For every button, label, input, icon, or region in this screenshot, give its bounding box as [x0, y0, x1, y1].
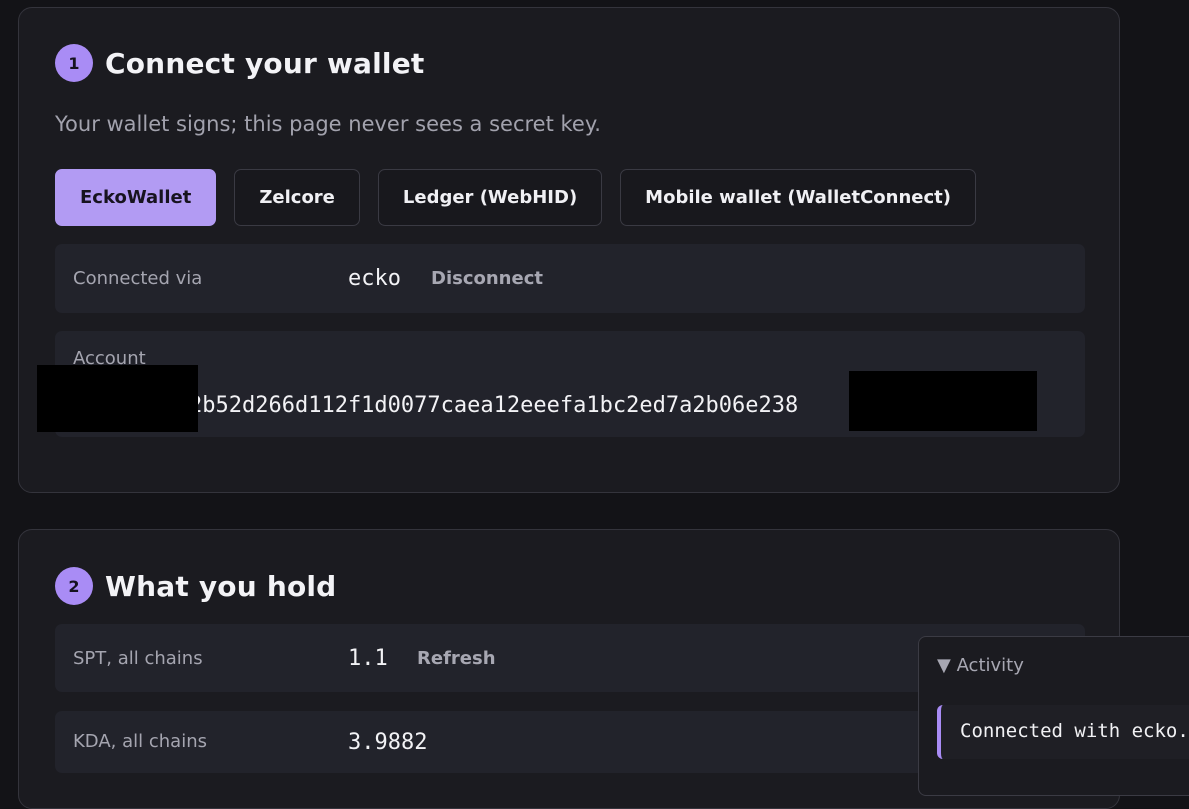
account-value: 2b52d266d112f1d0077caea12eeefa1bc2ed7a2b…	[189, 393, 799, 418]
ledger-button[interactable]: Ledger (WebHID)	[377, 169, 603, 226]
connected-via-label: Connected via	[73, 268, 203, 289]
redaction-left	[37, 365, 198, 432]
eckowallet-button[interactable]: EckoWallet	[55, 169, 217, 226]
wallet-options: EckoWallet Zelcore Ledger (WebHID) Mobil…	[55, 169, 976, 226]
spt-balance-value: 1.1	[348, 646, 388, 671]
zelcore-button[interactable]: Zelcore	[234, 169, 360, 226]
step-number-badge: 1	[55, 44, 93, 82]
activity-log-entry: Connected with ecko.	[937, 705, 1189, 759]
holdings-header: 2 What you hold	[55, 567, 336, 605]
kda-balance-value: 3.9882	[348, 730, 428, 755]
activity-log-text: Connected with ecko.	[960, 720, 1189, 742]
redaction-right	[849, 371, 1037, 431]
activity-toggle[interactable]: ▼ Activity	[937, 655, 1024, 676]
holdings-title: What you hold	[105, 569, 337, 603]
connect-wallet-subtitle: Your wallet signs; this page never sees …	[55, 112, 601, 136]
disconnect-button[interactable]: Disconnect	[431, 268, 543, 289]
connect-wallet-header: 1 Connect your wallet	[55, 44, 424, 82]
kda-label: KDA, all chains	[73, 731, 207, 752]
walletconnect-button[interactable]: Mobile wallet (WalletConnect)	[620, 169, 976, 226]
spt-label: SPT, all chains	[73, 648, 203, 669]
connected-wallet-value: ecko	[348, 266, 401, 291]
refresh-button[interactable]: Refresh	[417, 648, 496, 669]
connect-wallet-title: Connect your wallet	[105, 46, 425, 80]
connected-via-row: Connected via ecko Disconnect	[55, 244, 1085, 313]
step-number-badge: 2	[55, 567, 93, 605]
activity-panel: ▼ Activity Connected with ecko.	[918, 636, 1189, 796]
